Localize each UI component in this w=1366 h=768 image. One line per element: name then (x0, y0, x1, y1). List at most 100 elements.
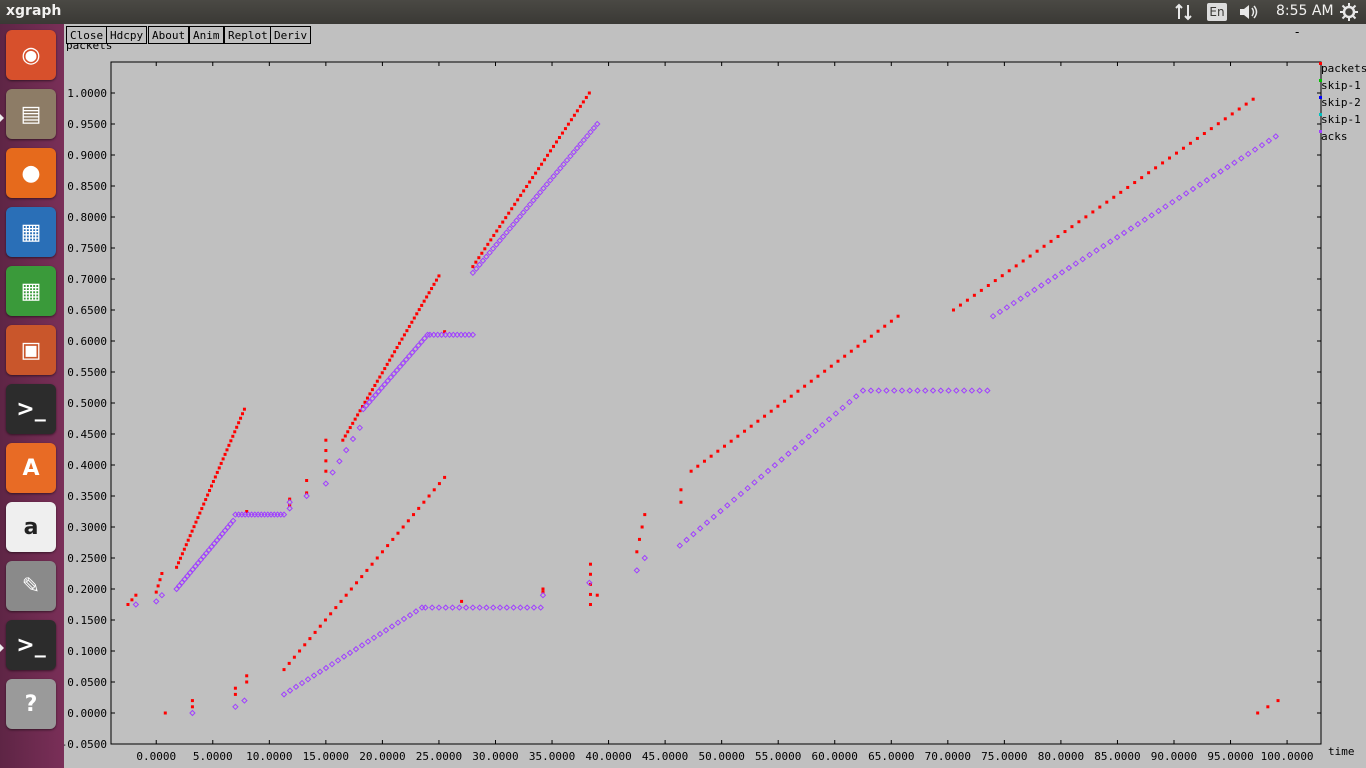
ack-point (232, 703, 239, 711)
ack-point (676, 542, 684, 549)
ack-point (1231, 159, 1238, 166)
amazon-icon[interactable]: a (6, 502, 56, 552)
ack-point (914, 387, 921, 394)
ack-point (1238, 155, 1245, 162)
files-icon[interactable]: ▤ (6, 89, 56, 139)
volume-icon[interactable] (1238, 3, 1260, 25)
packet-point (209, 484, 213, 488)
ack-point (1272, 133, 1279, 140)
packet-point (355, 581, 359, 585)
packet-point (1070, 225, 1074, 229)
terminal-icon-2[interactable]: >_ (6, 620, 56, 670)
packet-point (339, 599, 343, 603)
keyboard-layout-indicator[interactable]: En (1207, 3, 1227, 21)
packet-point (722, 444, 726, 448)
packet-point (412, 316, 416, 320)
packet-point (198, 511, 202, 515)
packet-point (522, 189, 526, 193)
packet-point (402, 333, 406, 337)
packet-point (190, 705, 194, 709)
packet-point (549, 149, 553, 153)
packet-point (233, 692, 237, 696)
ack-point (1093, 247, 1100, 254)
packet-point (1063, 230, 1067, 234)
packet-point (480, 251, 484, 255)
packet-point (430, 287, 434, 291)
ack-point (158, 591, 166, 599)
packet-point (1168, 156, 1172, 160)
ack-point (476, 604, 483, 611)
ack-point (537, 604, 544, 611)
about-button[interactable]: About (148, 26, 190, 44)
ack-point (298, 679, 306, 687)
ack-point (449, 604, 456, 611)
packet-point (951, 308, 955, 312)
packet-point (396, 531, 400, 535)
ack-point (1244, 150, 1252, 158)
packet-point (303, 643, 307, 647)
ack-point (280, 691, 288, 698)
ack-point (479, 257, 487, 264)
ack-point (683, 536, 690, 544)
software-center-icon[interactable]: A (6, 443, 56, 493)
network-icon[interactable] (1174, 3, 1194, 25)
packet-point (1195, 136, 1199, 140)
y-tick-label: -0.0500 (64, 738, 107, 751)
replot-button[interactable]: Replot (224, 26, 272, 44)
ubuntu-dash-icon[interactable]: ◉ (6, 30, 56, 80)
packet-point (373, 383, 377, 387)
anim-button[interactable]: Anim (189, 26, 224, 44)
terminal-icon[interactable]: >_ (6, 384, 56, 434)
packet-point (432, 488, 436, 492)
gear-icon[interactable] (1340, 3, 1358, 25)
hdcpy-button[interactable]: Hdcpy (106, 26, 148, 44)
packet-point (763, 414, 767, 418)
writer-icon[interactable]: ▦ (6, 207, 56, 257)
ack-point (929, 387, 937, 394)
packet-point (540, 162, 544, 166)
plot[interactable]: -0.0500 0.0000 0.0500 0.1000 0.1500 0.2000 0.2… (64, 24, 1366, 768)
packet-point (972, 293, 976, 297)
ack-point (517, 604, 524, 611)
help-icon[interactable]: ? (6, 679, 56, 729)
close-button[interactable]: Close (66, 26, 108, 44)
deriv-button[interactable]: Deriv (270, 26, 312, 44)
calc-icon[interactable]: ▦ (6, 266, 56, 316)
x-tick-label: 20.0000 (359, 750, 405, 763)
packet-point (126, 603, 130, 606)
packet-point (324, 449, 328, 453)
ack-point (976, 387, 983, 394)
system-settings-icon[interactable]: ✎ (6, 561, 56, 611)
clock[interactable]: 8:55 AM (1276, 3, 1334, 19)
packet-point (979, 288, 983, 292)
packet-point (365, 568, 369, 572)
packet-point (743, 429, 747, 433)
packet-point (233, 430, 237, 434)
packet-point (200, 507, 204, 511)
firefox-icon[interactable]: ● (6, 148, 56, 198)
packet-point (437, 482, 441, 486)
packet-point (180, 552, 184, 556)
ack-point (516, 213, 524, 220)
packet-point (1077, 220, 1081, 224)
ack-point (583, 132, 591, 140)
packet-point (175, 565, 179, 569)
packet-point (569, 118, 573, 122)
packet-point (510, 207, 514, 211)
packet-point (541, 587, 545, 591)
ack-point (442, 604, 449, 611)
packet-point (375, 379, 379, 383)
packet-point (1112, 195, 1116, 199)
ack-point (343, 446, 350, 454)
packet-point (679, 488, 683, 492)
legend-entry: skip-1 (1321, 79, 1361, 92)
impress-icon[interactable]: ▣ (6, 325, 56, 375)
ack-point (523, 205, 530, 212)
legend-swatch (1319, 130, 1322, 133)
ack-point (989, 312, 997, 320)
packet-point (375, 556, 379, 560)
packet-point (709, 454, 713, 458)
packet-point (883, 324, 887, 328)
packet-point (749, 424, 753, 428)
packet-point (531, 176, 535, 180)
